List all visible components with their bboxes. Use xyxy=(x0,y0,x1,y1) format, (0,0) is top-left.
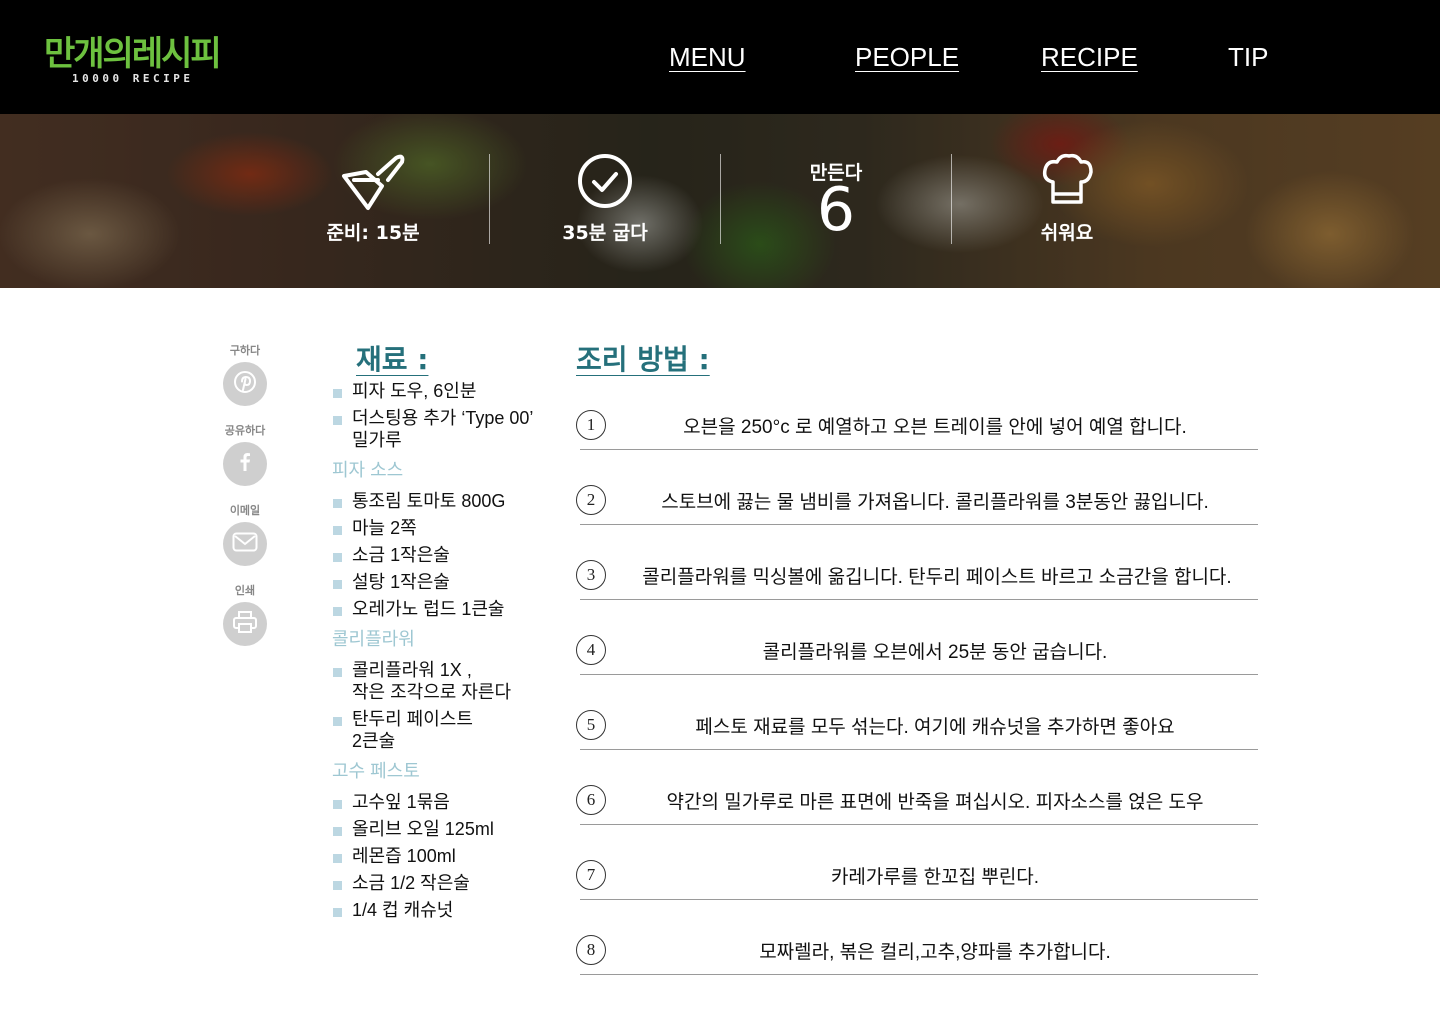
step-divider xyxy=(580,599,1258,600)
prep-time-label: 준비: 15분 xyxy=(326,222,420,244)
step-row: 8 모짜렐라, 볶은 컬리,고추,양파를 추가합니다. xyxy=(576,922,1258,997)
logo-subtext: 10000 RECIPE xyxy=(72,72,194,85)
step-number: 2 xyxy=(576,485,606,515)
ingredient-item: 고수잎 1묶음 xyxy=(332,791,542,813)
step-text: 카레가루를 한꼬집 뿌린다. xyxy=(830,867,1040,888)
printer-icon xyxy=(232,610,258,638)
ingredient-item: 올리브 오일 125ml xyxy=(332,818,542,840)
step-text: 모짜렐라, 볶은 컬리,고추,양파를 추가합니다. xyxy=(759,942,1111,963)
step-number: 4 xyxy=(576,635,606,665)
step-text: 약간의 밀가루로 마른 표면에 반죽을 펴십시오. 피자소스를 얹은 도우 xyxy=(666,792,1204,813)
bake-time-stat: 35분 굽다 xyxy=(490,114,720,288)
share-pinterest: 구하다 xyxy=(219,342,271,406)
nav-recipe[interactable]: RECIPE xyxy=(1041,42,1138,73)
servings-stat: 만든다 6 xyxy=(721,114,951,288)
email-label: 이메일 xyxy=(229,504,261,517)
steps-title: 조리 방법 : xyxy=(576,343,710,376)
email-button[interactable] xyxy=(223,522,267,566)
pinterest-label: 구하다 xyxy=(229,344,261,357)
ingredient-item: 레몬즙 100ml xyxy=(332,845,542,867)
ingredient-section-cauliflower: 콜리플라워 xyxy=(332,629,415,649)
step-divider xyxy=(580,524,1258,525)
ingredients-title: 재료 : xyxy=(356,343,429,376)
step-divider xyxy=(580,824,1258,825)
print-button[interactable] xyxy=(223,602,267,646)
logo-text: 만개의레시피 xyxy=(44,34,222,74)
difficulty-stat: 쉬워요 xyxy=(952,114,1182,288)
step-divider xyxy=(580,674,1258,675)
step-number: 5 xyxy=(576,710,606,740)
step-divider xyxy=(580,749,1258,750)
step-number: 6 xyxy=(576,785,606,815)
envelope-icon xyxy=(232,532,258,556)
nav-tip[interactable]: TIP xyxy=(1228,42,1268,73)
site-logo[interactable]: 만개의레시피 10000 RECIPE xyxy=(44,20,244,90)
servings-value: 6 xyxy=(816,175,856,245)
site-header: 만개의레시피 10000 RECIPE MENU PEOPLE RECIPE T… xyxy=(0,0,1440,114)
facebook-icon xyxy=(233,450,257,478)
ingredient-item: 소금 1/2 작은술 xyxy=(332,872,542,894)
step-text: 오븐을 250°c 로 예열하고 오븐 트레이를 안에 넣어 예열 합니다. xyxy=(683,417,1187,438)
difficulty-label: 쉬워요 xyxy=(1040,222,1094,244)
hero-banner: 준비: 15분 35분 굽다 만든다 6 쉬워요 xyxy=(0,114,1440,288)
step-text: 콜리플라워를 오븐에서 25분 동안 굽습니다. xyxy=(762,642,1108,663)
share-email: 이메일 xyxy=(219,502,271,566)
clock-icon xyxy=(576,152,634,214)
step-row: 1 오븐을 250°c 로 예열하고 오븐 트레이를 안에 넣어 예열 합니다. xyxy=(576,397,1258,472)
prep-time-stat: 준비: 15분 xyxy=(258,114,488,288)
pinterest-button[interactable] xyxy=(223,362,267,406)
step-text: 페스토 재료를 모두 섞는다. 여기에 캐슈넛을 추가하면 좋아요 xyxy=(695,717,1175,738)
chef-hat-icon xyxy=(1039,152,1095,212)
step-number: 7 xyxy=(576,860,606,890)
ingredient-item: 설탕 1작은술 xyxy=(332,571,542,593)
ingredient-item: 마늘 2쪽 xyxy=(332,517,542,539)
step-number: 8 xyxy=(576,935,606,965)
step-row: 6 약간의 밀가루로 마른 표면에 반죽을 펴십시오. 피자소스를 얹은 도우 xyxy=(576,772,1258,847)
bake-time-label: 35분 굽다 xyxy=(562,222,648,244)
step-number: 3 xyxy=(576,560,606,590)
step-row: 7 카레가루를 한꼬집 뿌린다. xyxy=(576,847,1258,922)
step-text: 콜리플라워를 믹싱볼에 옮깁니다. 탄두리 페이스트 바르고 소금간을 합니다. xyxy=(642,567,1232,588)
ingredient-section-sauce: 피자 소스 xyxy=(332,460,404,480)
step-divider xyxy=(580,449,1258,450)
facebook-label: 공유하다 xyxy=(224,424,266,437)
nav-menu[interactable]: MENU xyxy=(669,42,746,73)
ingredient-item: 탄두리 페이스트 2큰술 xyxy=(332,708,542,752)
ingredients-list: 피자 도우, 6인분 더스팅용 추가 ‘Type 00’ 밀가루 피자 소스 통… xyxy=(332,380,542,926)
share-facebook: 공유하다 xyxy=(219,422,271,486)
print-label: 인쇄 xyxy=(234,584,256,597)
ingredient-section-pesto: 고수 페스토 xyxy=(332,761,420,781)
step-row: 4 콜리플라워를 오븐에서 25분 동안 굽습니다. xyxy=(576,622,1258,697)
ingredient-item: 1/4 컵 캐슈넛 xyxy=(332,899,542,921)
step-row: 5 페스토 재료를 모두 섞는다. 여기에 캐슈넛을 추가하면 좋아요 xyxy=(576,697,1258,772)
ingredient-item: 오레가노 럽드 1큰술 xyxy=(332,598,542,620)
share-print: 인쇄 xyxy=(219,582,271,646)
ingredient-item: 소금 1작은술 xyxy=(332,544,542,566)
step-number: 1 xyxy=(576,410,606,440)
step-row: 2 스토브에 끓는 물 냄비를 가져옵니다. 콜리플라워를 3분동안 끓입니다. xyxy=(576,472,1258,547)
facebook-button[interactable] xyxy=(223,442,267,486)
step-row: 3 콜리플라워를 믹싱볼에 옮깁니다. 탄두리 페이스트 바르고 소금간을 합니… xyxy=(576,547,1258,622)
nav-people[interactable]: PEOPLE xyxy=(855,42,959,73)
step-divider xyxy=(580,899,1258,900)
ingredient-item: 더스팅용 추가 ‘Type 00’ 밀가루 xyxy=(332,407,542,451)
ingredient-item: 피자 도우, 6인분 xyxy=(332,380,542,402)
ingredient-item: 통조림 토마토 800G xyxy=(332,490,542,512)
knife-board-icon xyxy=(338,152,408,216)
pinterest-icon xyxy=(233,370,257,398)
step-divider xyxy=(580,974,1258,975)
step-text: 스토브에 끓는 물 냄비를 가져옵니다. 콜리플라워를 3분동안 끓입니다. xyxy=(661,492,1209,513)
ingredient-item: 콜리플라워 1X , 작은 조각으로 자른다 xyxy=(332,659,542,703)
